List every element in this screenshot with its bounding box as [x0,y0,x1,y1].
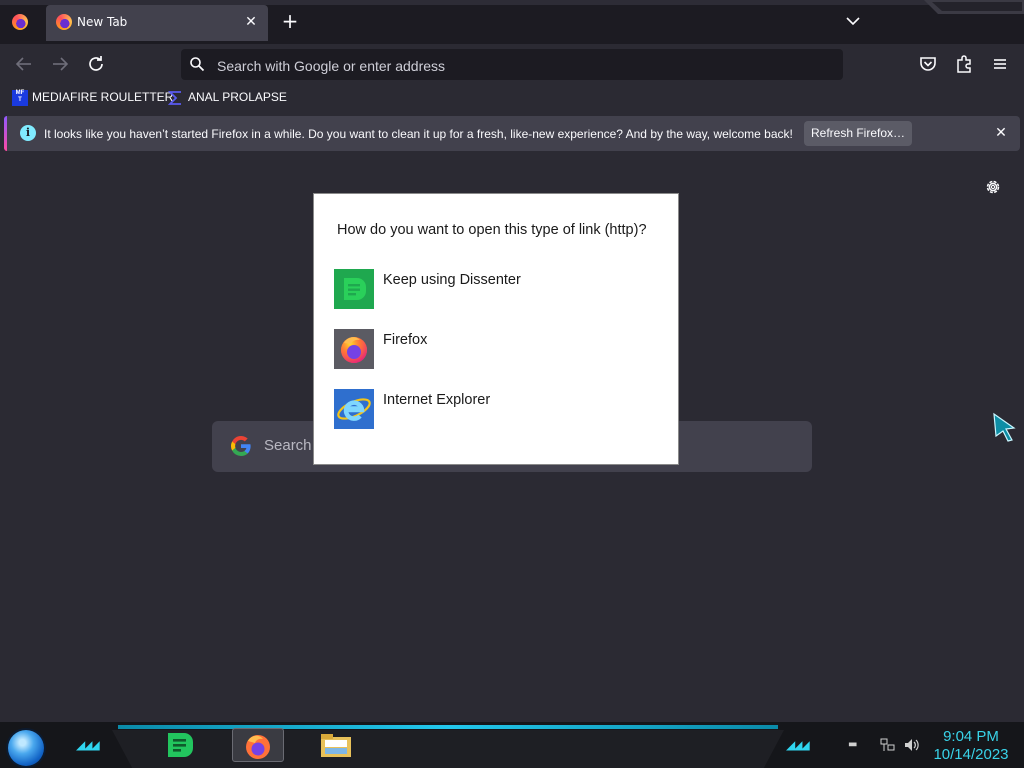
open-with-dialog: How do you want to open this type of lin… [313,193,679,465]
gear-icon[interactable] [984,178,1002,196]
firefox-icon [334,329,374,369]
info-icon: i [20,125,36,141]
taskbar-file-explorer-app[interactable] [318,728,354,762]
option-label: Internet Explorer [383,392,491,408]
extensions-puzzle-icon[interactable] [952,52,976,76]
start-orb-button[interactable] [8,730,44,766]
bookmark-label: MEDIAFIRE ROULETTER [32,90,174,104]
volume-icon[interactable] [904,738,920,752]
bookmarks-toolbar: MF T MEDIAFIRE ROULETTER ANAL PROLAPSE [0,84,1024,112]
dissenter-icon [334,269,374,309]
notification-message: It looks like you haven’t started Firefo… [44,127,793,141]
folder-icon [321,734,351,757]
option-label: Keep using Dissenter [383,272,521,288]
tab-new-tab[interactable]: New Tab ✕ [46,5,268,41]
firefox-taskbar-icon [246,735,270,759]
address-bar[interactable] [181,49,843,82]
tray-overflow-icon[interactable]: ▬ [848,738,864,752]
notification-accent [4,116,7,151]
clock-time: 9:04 PM [943,728,999,745]
tab-strip: New Tab ✕ + [0,0,1024,44]
network-icon[interactable] [880,738,896,752]
option-dissenter[interactable]: Keep using Dissenter [334,269,654,311]
option-internet-explorer[interactable]: Internet Explorer [334,389,654,431]
google-icon [231,435,251,456]
address-input[interactable] [215,49,819,82]
hamburger-menu-icon[interactable] [988,52,1012,76]
refresh-firefox-button[interactable]: Refresh Firefox… [804,121,912,146]
option-label: Firefox [383,332,428,348]
close-notification-icon[interactable]: ✕ [992,124,1010,142]
bookmark-label: ANAL PROLAPSE [188,90,287,104]
firefox-tab-icon [56,14,72,30]
refresh-firefox-notification: i It looks like you haven’t started Fire… [4,116,1020,151]
tab-close-icon[interactable]: ✕ [242,13,260,31]
internet-explorer-icon [334,389,374,429]
taskbar-decor-chevrons-right: ◢◢◢ [786,738,810,752]
taskbar-dissenter-app[interactable] [162,728,198,762]
sigma-icon [168,91,181,105]
taskbar-firefox-app[interactable] [232,728,284,762]
taskbar-decor-chevrons-left: ◢◢◢ [76,738,100,752]
mouse-cursor-icon [993,412,1016,442]
taskbar-panel [112,730,784,768]
system-clock[interactable]: 9:04 PM 10/14/2023 [926,728,1016,764]
pocket-icon[interactable] [916,52,940,76]
tab-title: New Tab [77,15,128,29]
taskbar: ◢◢◢ ◢◢◢ ▬ 9:04 PM 10/14/2023 [0,722,1024,768]
taskbar-glow [118,725,778,729]
ntp-search-placeholder: Search [264,437,312,454]
dialog-question: How do you want to open this type of lin… [337,222,647,238]
back-arrow-icon[interactable] [12,52,36,76]
reload-icon[interactable] [84,52,108,76]
dissenter-taskbar-icon [168,733,193,757]
clock-date: 10/14/2023 [933,746,1009,763]
forward-arrow-icon[interactable] [48,52,72,76]
search-icon [190,57,205,72]
list-all-tabs-chevron-icon[interactable] [843,11,863,31]
firefox-view-icon[interactable] [12,14,28,30]
option-firefox[interactable]: Firefox [334,329,654,371]
new-tab-button[interactable]: + [279,10,301,32]
mediafire-icon: MF T [12,90,28,106]
window-corner-decoration [924,0,1024,14]
navigation-toolbar [0,44,1024,84]
